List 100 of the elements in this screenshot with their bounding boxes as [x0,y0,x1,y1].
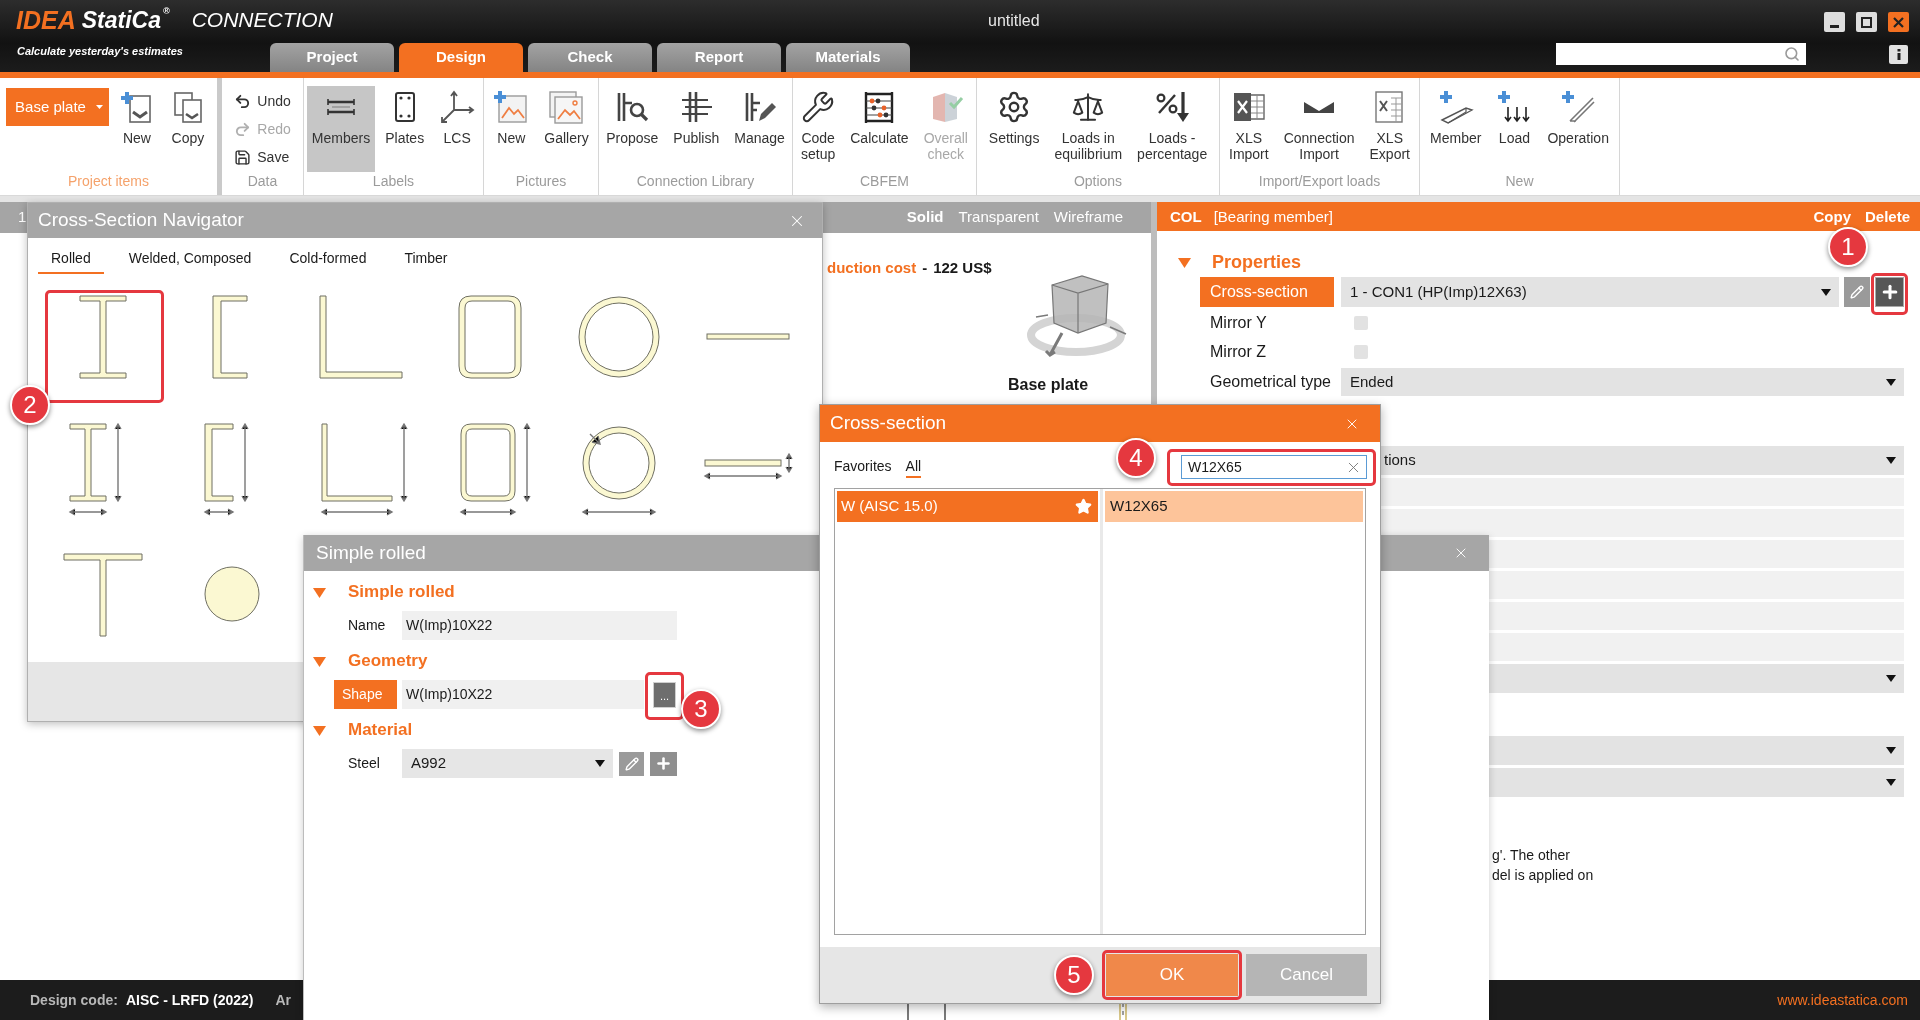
ribbon-button[interactable]: Undo [234,89,291,114]
dropdown-arrow-icon [595,760,605,767]
dropdown-arrow-icon [1886,675,1896,682]
property-label: Shape [334,680,397,709]
highlight-frame [1871,273,1908,315]
step-badge: 4 [1116,438,1156,478]
group-label: Data [247,172,278,190]
status-text: Ar [275,990,292,1010]
design-code-value: AISC - LRFD (2022) [125,990,254,1010]
group-label: Pictures [515,172,567,190]
plus-icon [655,755,672,772]
ribbon-button[interactable]: Save [234,145,291,170]
dropdown[interactable]: A992 [402,749,613,778]
pencil-icon [624,756,639,771]
ribbon-button[interactable]: Plates [380,86,430,172]
group-label: Options [1073,172,1123,190]
tagline: Calculate yesterday's estimates [16,44,184,59]
group-label: New [1505,172,1534,190]
collapse-arrow-icon[interactable] [313,723,326,737]
property-label: Geometrical type [1209,372,1332,392]
ribbon-button[interactable]: Propose [601,86,664,172]
ribbon-button[interactable]: XLS Export [1364,86,1415,172]
product-name: CONNECTION [191,7,333,33]
ribbon-button[interactable]: Settings [983,86,1045,172]
property-label: Cross-section [1200,277,1334,307]
category-tab[interactable]: Welded, Composed [115,248,265,274]
undo-icon [234,93,252,110]
collapse-arrow-icon[interactable] [1178,255,1191,269]
input-field[interactable]: W(Imp)10X22 [402,611,677,640]
dropdown-arrow-icon [1886,747,1896,754]
group-label: Import/Export loads [1258,172,1381,190]
ribbon-button[interactable]: Load [1491,86,1538,172]
add-button[interactable] [1875,277,1904,307]
ribbon-button[interactable]: New [488,86,535,172]
picture-gallery-icon [548,89,585,125]
ribbon-button[interactable]: Code setup [796,86,841,172]
ribbon-button[interactable]: Loads in equilibrium [1049,86,1128,172]
pencil-icon [1850,285,1864,299]
dropdown-arrow-icon [1886,378,1896,386]
add-beam-icon [1437,89,1474,125]
category-tab[interactable]: Rolled [38,248,104,274]
input-field[interactable]: W(Imp)10X22 [402,680,644,709]
ribbon-button[interactable]: Publish [668,86,725,172]
ribbon-button[interactable]: Member [1425,86,1487,172]
property-label: Mirror Y [1209,313,1268,333]
category-tab[interactable]: Timber [391,248,461,274]
member-role: [Bearing member] [1213,208,1333,225]
add-button[interactable] [650,751,677,776]
close-icon [1893,16,1904,28]
save-icon [234,149,252,166]
search-field[interactable] [1556,43,1806,65]
ribbon-button[interactable]: Connection Import [1278,86,1360,172]
group-label: Connection Library [636,172,755,190]
minimize-button[interactable] [1824,12,1845,32]
ribbon-button[interactable]: Copy [164,86,211,172]
collapse-arrow-icon[interactable] [313,585,326,599]
section-item[interactable]: W12X65 [1105,491,1363,522]
ribbon-button[interactable]: Gallery [539,86,594,172]
ribbon-button[interactable]: New [113,86,160,172]
ribbon-button[interactable]: LCS [434,86,481,172]
step-badge: 3 [681,688,721,729]
dropdown-arrow-icon [1886,457,1896,464]
section-title: Material [348,719,413,742]
ribbon-button[interactable]: Loads - percentage [1132,86,1213,172]
info-icon [1896,49,1901,60]
info-button[interactable] [1889,45,1908,64]
ribbon-button[interactable]: Calculate [845,86,914,172]
close-button[interactable] [1888,12,1909,32]
collapse-arrow-icon[interactable] [313,654,326,668]
search-field[interactable]: W12X65 [1181,455,1367,479]
filter-tab[interactable]: All [905,456,922,478]
filter-tab[interactable]: Favorites [834,456,892,478]
category-tab[interactable]: Cold-formed [276,248,380,274]
maximize-button[interactable] [1856,12,1877,32]
ribbon-button[interactable]: Operation [1542,86,1614,172]
view-label: 1 [18,207,27,228]
browse-button[interactable]: ... [653,681,676,708]
dropdown[interactable]: 1 - CON1 (HP(Imp)12X63) [1341,277,1839,307]
redo-icon [234,121,252,138]
maximize-icon [1861,16,1872,28]
member-name: COL [1170,208,1202,225]
ribbon-button[interactable]: Manage [729,86,790,172]
window-title: untitled [988,11,1040,31]
view-caption: Base plate [1008,375,1089,395]
checkbox[interactable] [1354,345,1368,359]
window-title: Simple rolled [316,540,426,565]
ribbon-button[interactable]: Members [306,86,376,172]
group-label: CBFEM [860,172,909,190]
minimize-icon [1830,25,1839,28]
property-label: Name [347,616,387,635]
dropdown[interactable]: Ended [1341,368,1904,396]
star-icon[interactable] [1075,498,1092,515]
section-title: Geometry [348,650,428,673]
edit-button[interactable] [619,751,644,776]
checkbox[interactable] [1354,316,1368,330]
ribbon-button[interactable]: XLS Import [1224,86,1274,172]
design-code-label: Design code: [30,990,118,1010]
wrench-icon [801,90,836,124]
edit-button[interactable] [1844,277,1870,307]
website-link[interactable]: www.ideastatica.com [1777,989,1908,1011]
